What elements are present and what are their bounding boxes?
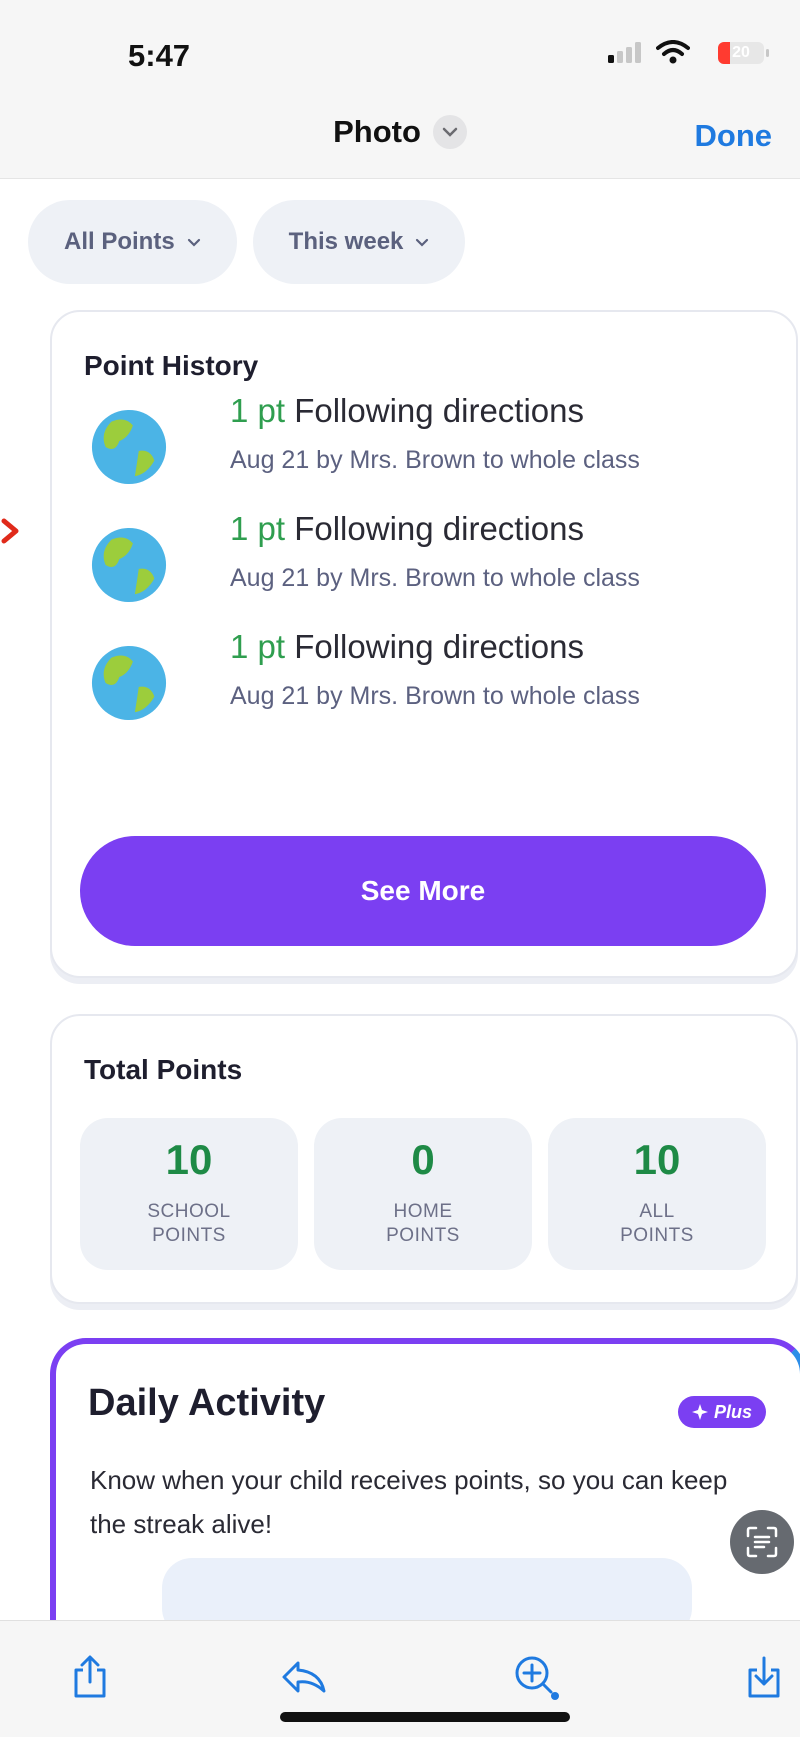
share-button[interactable] (62, 1649, 118, 1705)
history-item[interactable]: 1 pt Following directions Aug 21 by Mrs.… (90, 622, 780, 722)
live-text-button[interactable] (730, 1510, 794, 1574)
arrow-right-icon (1, 518, 19, 544)
point-history-title: Point History (84, 350, 259, 381)
school-points-value: 10 (165, 1136, 213, 1183)
globe-icon (91, 645, 167, 721)
chevron-down-icon (187, 238, 200, 247)
filter-this-week-label: This week (288, 228, 404, 255)
globe-icon (91, 527, 167, 603)
home-points-label-1: HOME (393, 1201, 453, 1222)
history-item-label: Following directions (294, 628, 585, 665)
history-item-points: 1 pt (230, 510, 286, 547)
nav-title[interactable]: Photo (333, 114, 421, 150)
home-points-tile: 0 HOME POINTS (314, 1118, 532, 1270)
sparkle-icon (691, 1404, 708, 1420)
daily-activity-card[interactable]: Daily Activity Plus Know when your child… (50, 1338, 800, 1664)
school-points-tile: 10 SCHOOL POINTS (80, 1118, 298, 1270)
history-item[interactable]: 1 pt Following directions Aug 21 by Mrs.… (90, 504, 780, 604)
history-item-points: 1 pt (230, 392, 286, 429)
share-icon (74, 1655, 106, 1698)
history-item-points: 1 pt (230, 628, 286, 665)
home-points-label-2: POINTS (386, 1225, 460, 1246)
all-points-label-1: ALL (639, 1201, 675, 1222)
done-button[interactable]: Done (695, 118, 773, 154)
history-item-label: Following directions (294, 510, 585, 547)
battery-level: 20 (732, 44, 750, 61)
history-item-meta: Aug 21 by Mrs. Brown to whole class (230, 446, 640, 474)
battery-indicator: 20 (718, 42, 769, 64)
all-points-tile: 10 ALL POINTS (548, 1118, 766, 1270)
history-item[interactable]: 1 pt Following directions Aug 21 by Mrs.… (90, 386, 780, 486)
filter-all-points[interactable]: All Points (28, 200, 237, 284)
status-icons (608, 40, 690, 64)
wifi-icon (656, 40, 690, 64)
history-item-meta: Aug 21 by Mrs. Brown to whole class (230, 682, 640, 710)
filter-all-points-label: All Points (64, 228, 175, 255)
status-time: 5:47 (128, 38, 191, 73)
cellular-signal-icon (608, 42, 641, 63)
all-points-value: 10 (633, 1136, 681, 1183)
zoom-icon (515, 1656, 559, 1700)
history-item-label: Following directions (294, 392, 585, 429)
points-stats: 10 SCHOOL POINTS 0 HOME POINTS 10 ALL POINT… (80, 1118, 766, 1270)
total-points-title: Total Points (84, 1054, 243, 1085)
school-points-label-2: POINTS (152, 1225, 226, 1246)
point-history-card: Point History 1 pt Following directions … (50, 310, 798, 978)
home-points-value: 0 (411, 1136, 435, 1183)
reply-icon (282, 1661, 326, 1693)
nav-bar: Photo Done (0, 96, 800, 179)
daily-activity-title: Daily Activity (88, 1382, 326, 1424)
zoom-button[interactable] (508, 1649, 564, 1705)
reply-button[interactable] (276, 1649, 332, 1705)
chevron-down-icon (416, 238, 429, 247)
daily-activity-description: Know when your child receives points, so… (90, 1465, 728, 1539)
plus-badge: Plus (677, 1396, 766, 1428)
history-item-meta: Aug 21 by Mrs. Brown to whole class (230, 564, 640, 592)
chevron-down-icon[interactable] (432, 115, 467, 149)
see-more-button[interactable]: See More (80, 836, 766, 946)
text-scan-icon (746, 1526, 778, 1558)
save-button[interactable] (736, 1649, 792, 1705)
globe-icon (91, 409, 167, 485)
filter-this-week[interactable]: This week (252, 200, 466, 284)
school-points-label-1: SCHOOL (147, 1201, 231, 1222)
status-bar: 5:47 20 (0, 0, 800, 96)
filter-bar: All Points This week (28, 200, 466, 284)
save-icon (748, 1656, 780, 1698)
all-points-label-2: POINTS (620, 1225, 694, 1246)
plus-badge-label: Plus (713, 1401, 752, 1422)
home-indicator (280, 1712, 570, 1722)
total-points-card: Total Points 10 SCHOOL POINTS 0 HOME POINT… (50, 1014, 798, 1304)
